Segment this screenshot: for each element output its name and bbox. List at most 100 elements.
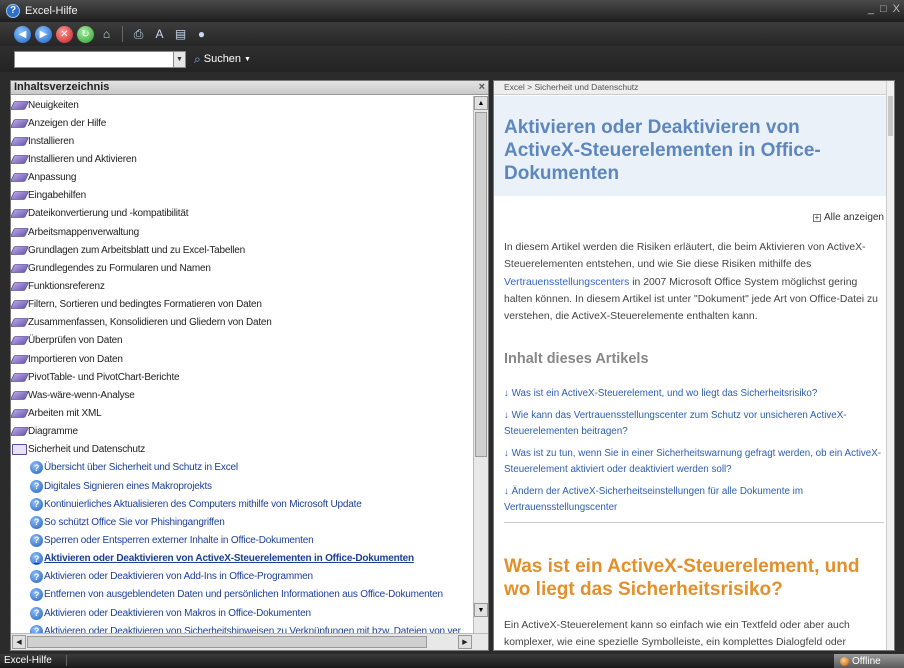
toc-topic-item[interactable]: ? Aktivieren oder Deaktivieren von Add-In… <box>11 568 474 586</box>
toc-item-label: Aktivieren oder Deaktivieren von Makros … <box>44 607 311 619</box>
toc-topic-item[interactable]: ? Entfernen von ausgeblendeten Daten und … <box>11 586 474 604</box>
print-icon[interactable]: ⎙ <box>130 26 147 43</box>
home-icon[interactable]: ⌂ <box>98 26 115 43</box>
section-heading: Was ist ein ActiveX-Steuerelement, und w… <box>504 556 860 600</box>
book-icon <box>11 300 30 310</box>
minimize-button[interactable]: _ <box>868 3 874 15</box>
search-input[interactable] <box>14 50 174 68</box>
stop-icon[interactable]: ✕ <box>56 25 73 43</box>
toc-toggle-icon[interactable]: ▤ <box>172 26 189 43</box>
intro-paragraph: In diesem Artikel werden die Risiken erl… <box>504 239 882 325</box>
connection-status-label: Offline <box>852 655 881 667</box>
pin-icon[interactable]: ● <box>193 26 210 43</box>
toc-item-label: PivotTable- und PivotChart-Berichte <box>28 371 180 383</box>
forward-icon[interactable]: ▶ <box>35 25 52 43</box>
window-title: Excel-Hilfe <box>25 5 78 17</box>
title-bar: ? Excel-Hilfe _ □ X <box>0 0 904 22</box>
toc-vertical-scrollbar[interactable]: ▲ ▼ <box>473 96 488 634</box>
toc-topic-item[interactable]: ? Aktivieren oder Deaktivieren von Makros… <box>11 604 474 622</box>
toc-topic-item[interactable]: ? Digitales Signieren eines Makroprojekts <box>11 477 474 495</box>
article-link[interactable]: ↓ Wie kann das Vertrauensstellungscenter… <box>504 408 884 441</box>
connection-status-button[interactable]: Offline <box>834 654 904 668</box>
book-icon <box>11 390 30 400</box>
article-header: Aktivieren oder Deaktivieren von ActiveX… <box>494 96 888 196</box>
toc-topic-item[interactable]: ? Aktivieren oder Deaktivieren von Active… <box>11 550 474 568</box>
scroll-up-icon[interactable]: ▲ <box>474 96 488 110</box>
toc-book-item[interactable]: Filtern, Sortieren und bedingtes Formati… <box>11 296 474 314</box>
scroll-right-icon[interactable]: ▶ <box>458 635 472 649</box>
toc-book-item[interactable]: Installieren und Aktivieren <box>11 150 474 168</box>
toc-book-item[interactable]: Arbeitsmappenverwaltung <box>11 223 474 241</box>
search-scope-dropdown[interactable]: ▼ <box>174 50 186 68</box>
book-icon <box>11 155 30 164</box>
article-link[interactable]: ↓ Ändern der ActiveX-Sicherheitseinstell… <box>504 484 884 517</box>
help-topic-icon: ? <box>30 624 43 633</box>
toc-book-item[interactable]: Grundlegendes zu Formularen und Namen <box>11 259 474 277</box>
toc-book-item[interactable]: Grundlagen zum Arbeitsblatt und zu Excel… <box>11 241 474 259</box>
toc-book-item[interactable]: Funktionsreferenz <box>11 277 474 295</box>
maximize-button[interactable]: □ <box>880 3 887 15</box>
toc-topic-item[interactable]: ? So schützt Office Sie vor Phishingangri… <box>11 513 474 531</box>
toc-topic-item[interactable]: ? Übersicht über Sicherheit und Schutz in… <box>11 459 474 477</box>
article-link[interactable]: ↓ Was ist zu tun, wenn Sie in einer Sich… <box>504 446 884 479</box>
toc-list: Neuigkeiten Anzeigen der Hilfe Installiere… <box>11 96 474 633</box>
scroll-left-icon[interactable]: ◀ <box>12 635 26 649</box>
toc-book-item[interactable]: PivotTable- und PivotChart-Berichte <box>11 368 474 386</box>
toc-book-item[interactable]: Überprüfen von Daten <box>11 332 474 350</box>
toc-book-item[interactable]: Arbeiten mit XML <box>11 404 474 422</box>
toc-book-item[interactable]: Anzeigen der Hilfe <box>11 114 474 132</box>
close-button[interactable]: X <box>893 3 900 15</box>
toc-close-button[interactable]: × <box>479 81 485 94</box>
toc-book-item[interactable]: Eingabehilfen <box>11 187 474 205</box>
toc-topic-item[interactable]: ? Aktivieren oder Deaktivieren von Sicher… <box>11 622 474 633</box>
breadcrumb[interactable]: Excel > Sicherheit und Datenschutz <box>494 81 894 95</box>
font-size-icon[interactable]: A <box>151 26 168 43</box>
toc-book-item[interactable]: Importieren von Daten <box>11 350 474 368</box>
scroll-down-icon[interactable]: ▼ <box>474 603 488 617</box>
toc-topic-item[interactable]: ? Sperren oder Entsperren externer Inhalt… <box>11 531 474 549</box>
refresh-icon[interactable]: ↻ <box>77 25 94 43</box>
toc-item-label: Grundlegendes zu Formularen und Namen <box>28 262 211 274</box>
section-text: Ein ActiveX-Steuerelement kann so einfac… <box>504 620 850 649</box>
toc-horizontal-scrollbar[interactable]: ◀ ▶ <box>11 633 488 650</box>
toc-book-item[interactable]: Zusammenfassen, Konsolidieren und Gliede… <box>11 314 474 332</box>
toc-item-label: So schützt Office Sie vor Phishingangrif… <box>44 516 225 528</box>
scroll-thumb[interactable] <box>475 112 487 457</box>
contents-heading: Inhalt dieses Artikels <box>504 351 649 367</box>
toc-item-label: Dateikonvertierung und -kompatibilität <box>28 208 189 220</box>
article-link-text: Ändern der ActiveX-Sicherheitseinstellun… <box>504 485 803 514</box>
toc-item-label: Entfernen von ausgeblendeten Daten und p… <box>44 589 443 601</box>
toc-item-label: Kontinuierliches Aktualisieren des Compu… <box>44 498 362 510</box>
book-icon <box>11 173 30 183</box>
status-app-name: Excel-Hilfe <box>4 655 67 666</box>
back-icon[interactable]: ◀ <box>14 25 31 43</box>
book-icon <box>11 245 30 255</box>
toc-book-item[interactable]: Neuigkeiten <box>11 96 474 114</box>
trust-center-link[interactable]: Vertrauensstellungscenters <box>504 277 629 288</box>
search-bar: ▼ ⌕ Suchen ▼ <box>0 46 904 72</box>
help-topic-icon: ? <box>30 461 43 475</box>
search-button[interactable]: ⌕ Suchen ▼ <box>194 52 251 67</box>
toc-book-item[interactable]: Was-wäre-wenn-Analyse <box>11 386 474 404</box>
article-vertical-scrollbar[interactable] <box>886 81 894 650</box>
help-topic-icon: ? <box>30 570 43 584</box>
toc-book-item[interactable]: Installieren <box>11 132 474 150</box>
toc-item-label: Importieren von Daten <box>28 353 123 365</box>
toc-book-item[interactable]: Anpassung <box>11 169 474 187</box>
article-scroll-thumb[interactable] <box>888 96 893 136</box>
scroll-thumb-horizontal[interactable] <box>27 636 427 648</box>
toc-item-label: Installieren und Aktivieren <box>28 153 137 165</box>
book-icon <box>11 336 30 346</box>
down-arrow-icon: ↓ <box>504 388 509 399</box>
toc-book-item[interactable]: Dateikonvertierung und -kompatibilität <box>11 205 474 223</box>
article-link[interactable]: ↓ Was ist ein ActiveX-Steuerelement, und… <box>504 386 884 403</box>
toc-item-label: Sperren oder Entsperren externer Inhalte… <box>44 534 314 546</box>
toc-book-item[interactable]: Diagramme <box>11 423 474 441</box>
toc-item-label: Arbeitsmappenverwaltung <box>28 226 140 238</box>
toc-topic-item[interactable]: ? Kontinuierliches Aktualisieren des Comp… <box>11 495 474 513</box>
intro-text-1: In diesem Artikel werden die Risiken erl… <box>504 242 866 271</box>
toc-item-label: Sicherheit und Datenschutz <box>28 444 146 456</box>
show-all-link[interactable]: + Alle anzeigen <box>812 212 884 223</box>
book-icon <box>11 318 30 328</box>
toc-book-item[interactable]: Sicherheit und Datenschutz <box>11 441 474 459</box>
